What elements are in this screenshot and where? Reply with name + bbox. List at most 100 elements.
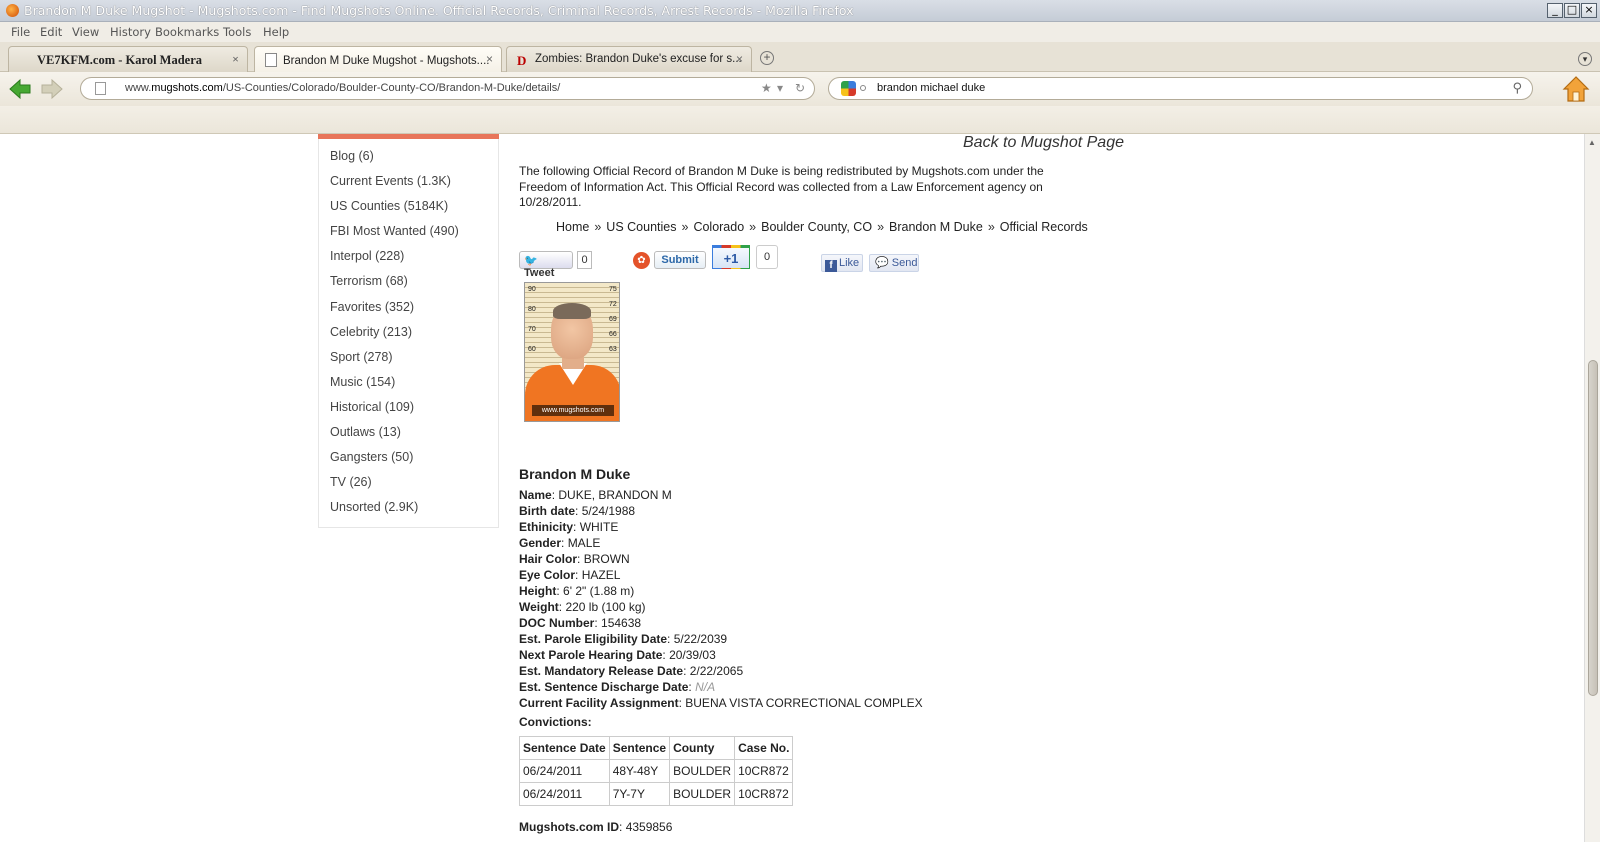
- maximize-button[interactable]: □: [1564, 3, 1580, 18]
- scale-mark: 75: [609, 286, 617, 293]
- site-d-icon: D: [517, 53, 527, 68]
- menu-file[interactable]: File: [11, 25, 30, 39]
- record-field: Eye Color: HAZEL: [519, 568, 621, 582]
- close-tab-icon[interactable]: ×: [232, 52, 239, 67]
- page-icon: [95, 82, 106, 95]
- menu-help[interactable]: Help: [263, 25, 289, 39]
- sidebar-item[interactable]: Interpol (228): [330, 249, 459, 274]
- stumbleupon-submit-button[interactable]: Submit: [654, 251, 706, 269]
- scroll-up-arrow-icon[interactable]: ▲: [1588, 138, 1596, 147]
- record-field: Gender: MALE: [519, 536, 601, 550]
- tab-brandon-duke-mugshot[interactable]: Brandon M Duke Mugshot - Mugshots.... ×: [254, 46, 502, 73]
- menu-history[interactable]: History: [110, 25, 151, 39]
- breadcrumb-separator: »: [877, 220, 885, 234]
- tab-label: Brandon M Duke Mugshot - Mugshots....: [283, 55, 490, 67]
- sidebar-item[interactable]: TV (26): [330, 475, 459, 500]
- new-tab-button[interactable]: +: [760, 51, 774, 65]
- menu-edit[interactable]: Edit: [40, 25, 62, 39]
- plus-one-count: 0: [756, 245, 778, 269]
- mugshot-photo[interactable]: 90 80 70 60 75 72 69 66 63 www.mugshots.…: [524, 282, 620, 422]
- list-all-tabs-button[interactable]: ▾: [1578, 52, 1592, 66]
- field-value: 220 lb (100 kg): [565, 600, 646, 614]
- sidebar-item[interactable]: Music (154): [330, 375, 459, 400]
- sidebar-item[interactable]: Gangsters (50): [330, 450, 459, 475]
- tab-zombies[interactable]: D Zombies: Brandon Duke's excuse for s...…: [506, 46, 752, 72]
- table-cell: BOULDER: [669, 759, 736, 783]
- breadcrumb-link[interactable]: US Counties: [606, 220, 676, 234]
- record-field: Current Facility Assignment: BUENA VISTA…: [519, 696, 923, 710]
- column-header: County: [669, 736, 736, 760]
- page-content: Blog (6) Current Events (1.3K) US Counties…: [0, 134, 1584, 842]
- facebook-like-button[interactable]: f Like: [821, 254, 863, 272]
- window-title: Brandon M Duke Mugshot - Mugshots.com - …: [24, 3, 854, 18]
- convictions-title: Convictions:: [519, 715, 592, 729]
- field-label: Birth date: [519, 504, 576, 518]
- tweet-label: Tweet: [524, 267, 555, 279]
- search-icon[interactable]: ⚲: [1512, 80, 1522, 96]
- reload-icon[interactable]: ↻: [795, 81, 805, 95]
- table-row: 06/24/2011 7Y-7Y BOULDER 10CR872: [519, 782, 794, 806]
- sidebar-item[interactable]: Unsorted (2.9K): [330, 500, 459, 525]
- google-icon[interactable]: [841, 81, 856, 96]
- mugshots-id: Mugshots.com ID: 4359856: [519, 820, 673, 834]
- field-value: BUENA VISTA CORRECTIONAL COMPLEX: [685, 696, 923, 710]
- scrollbar-thumb[interactable]: [1588, 360, 1598, 696]
- sidebar-item[interactable]: Sport (278): [330, 350, 459, 375]
- url-history-dropdown-icon[interactable]: ▾: [777, 81, 783, 95]
- record-details: Brandon M Duke Name: DUKE, BRANDON M Birt…: [519, 466, 923, 711]
- field-label: Next Parole Hearing Date: [519, 648, 663, 662]
- back-arrow-icon: [9, 78, 31, 100]
- bookmark-star-icon[interactable]: ★: [761, 81, 772, 95]
- sidebar-item[interactable]: US Counties (5184K): [330, 199, 459, 224]
- sidebar-item[interactable]: FBI Most Wanted (490): [330, 224, 459, 249]
- breadcrumb-link[interactable]: Boulder County, CO: [761, 220, 872, 234]
- scale-mark: 80: [528, 306, 536, 313]
- column-header: Sentence Date: [519, 736, 610, 760]
- tweet-count: 0: [577, 251, 592, 269]
- home-icon: [1562, 76, 1590, 102]
- sidebar-item[interactable]: Terrorism (68): [330, 274, 459, 299]
- tweet-button[interactable]: 🐦Tweet: [519, 251, 573, 279]
- record-field: Hair Color: BROWN: [519, 552, 630, 566]
- close-window-button[interactable]: ×: [1581, 3, 1597, 18]
- sidebar-item[interactable]: Celebrity (213): [330, 325, 459, 350]
- url-text: www.mugshots.com/US-Counties/Colorado/Bo…: [125, 82, 561, 94]
- minimize-button[interactable]: _: [1547, 3, 1563, 18]
- home-button[interactable]: [1562, 75, 1590, 103]
- category-sidebar: Blog (6) Current Events (1.3K) US Counties…: [318, 134, 499, 528]
- table-cell: 10CR872: [734, 782, 794, 806]
- close-tab-icon[interactable]: ×: [486, 52, 493, 66]
- back-to-mugshot-link[interactable]: Back to Mugshot Page: [963, 134, 1124, 152]
- forward-button[interactable]: [40, 78, 64, 100]
- breadcrumb-link[interactable]: Home: [556, 220, 589, 234]
- record-field: Est. Mandatory Release Date: 2/22/2065: [519, 664, 744, 678]
- sidebar-item[interactable]: Historical (109): [330, 400, 459, 425]
- sidebar-item[interactable]: Blog (6): [330, 149, 459, 174]
- close-tab-icon[interactable]: ×: [736, 52, 743, 66]
- menu-bookmarks[interactable]: Bookmarks: [155, 25, 219, 39]
- sidebar-item[interactable]: Favorites (352): [330, 300, 459, 325]
- table-cell: 7Y-7Y: [608, 782, 671, 806]
- field-label: Ethinicity: [519, 520, 574, 534]
- record-fields: Name: DUKE, BRANDON M Birth date: 5/24/19…: [519, 487, 923, 711]
- menu-view[interactable]: View: [72, 25, 99, 39]
- sidebar-item[interactable]: Current Events (1.3K): [330, 174, 459, 199]
- breadcrumb-link[interactable]: Colorado: [693, 220, 744, 234]
- category-list: Blog (6) Current Events (1.3K) US Counties…: [330, 149, 459, 525]
- sidebar-item[interactable]: Outlaws (13): [330, 425, 459, 450]
- field-value: 154638: [601, 616, 642, 630]
- facebook-send-button[interactable]: 💬 Send: [869, 254, 919, 272]
- vertical-scrollbar[interactable]: ▲: [1584, 134, 1600, 842]
- search-bar[interactable]: brandon michael duke ⚲: [828, 77, 1533, 100]
- back-button[interactable]: [8, 78, 32, 100]
- record-field: Est. Sentence Discharge Date: N/A: [519, 680, 716, 694]
- tab-ve7kfm[interactable]: VE7KFM.com - Karol Madera ×: [8, 46, 248, 72]
- address-bar[interactable]: www.mugshots.com/US-Counties/Colorado/Bo…: [80, 77, 815, 100]
- stumbleupon-icon[interactable]: ✿: [633, 252, 650, 269]
- table-cell: 48Y-48Y: [608, 759, 671, 783]
- bookmarks-toolbar: [0, 106, 1600, 134]
- google-plus-one-button[interactable]: +1: [712, 245, 750, 269]
- search-engine-dropdown-icon[interactable]: [860, 85, 866, 91]
- breadcrumb-link[interactable]: Brandon M Duke: [889, 220, 983, 234]
- menu-tools[interactable]: Tools: [223, 25, 251, 39]
